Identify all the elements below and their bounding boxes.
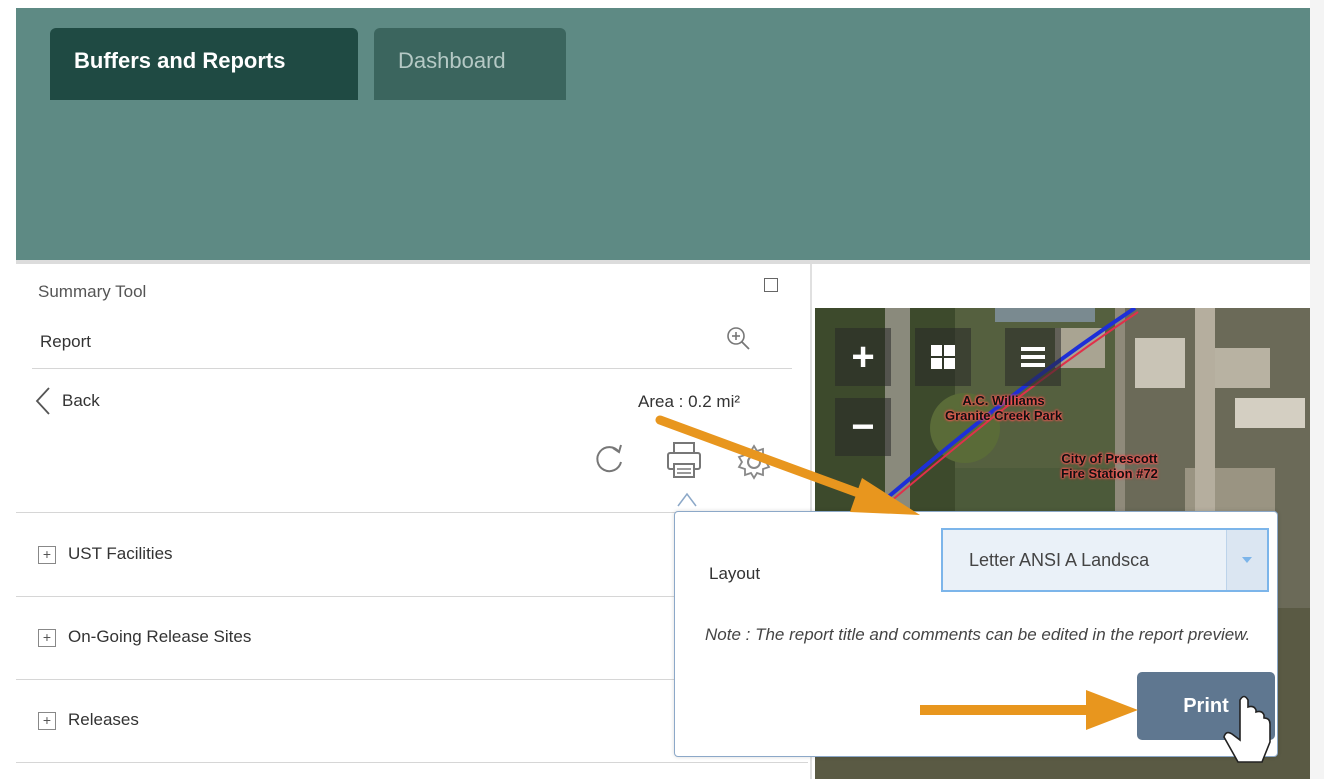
maximize-icon[interactable] (764, 278, 778, 292)
report-label: Report (40, 332, 92, 351)
chevron-left-icon (35, 387, 50, 415)
map-label-fire-station: City of Prescott Fire Station #72 (1061, 451, 1158, 481)
layout-label: Layout (709, 564, 761, 583)
map-label-park: A.C. Williams Granite Creek Park (945, 393, 1063, 423)
gear-icon[interactable] (734, 442, 774, 482)
expand-plus-icon[interactable]: + (38, 546, 56, 564)
divider (32, 368, 792, 369)
list-item-label: UST Facilities (68, 544, 173, 563)
expand-plus-icon[interactable]: + (38, 712, 56, 730)
printer-icon[interactable] (664, 440, 704, 480)
list-item-label: Releases (68, 710, 139, 729)
tab-buffers-and-reports[interactable]: Buffers and Reports (50, 28, 358, 100)
layout-select-value: Letter ANSI A Landsca (969, 549, 1150, 570)
panel-title: Summary Tool (38, 282, 147, 301)
print-button[interactable]: Print (1137, 672, 1275, 740)
back-button[interactable]: Back (34, 386, 100, 416)
back-label: Back (62, 391, 100, 410)
print-popup: Layout Letter ANSI A Landsca Note : The … (674, 511, 1278, 757)
refresh-icon[interactable] (592, 442, 626, 476)
zoom-in-button[interactable]: + (835, 328, 891, 386)
basemap-gallery-button[interactable] (915, 328, 971, 386)
expand-plus-icon[interactable]: + (38, 629, 56, 647)
area-readout: Area : 0.2 mi² (638, 392, 741, 411)
list-icon (1021, 347, 1045, 367)
tab-label: Dashboard (398, 48, 506, 73)
zoom-in-icon[interactable] (724, 324, 752, 352)
print-note: Note : The report title and comments can… (705, 625, 1251, 644)
chevron-down-icon[interactable] (1226, 530, 1267, 590)
list-item-label: On-Going Release Sites (68, 627, 252, 646)
popup-pointer-icon (677, 492, 697, 507)
grid-icon (931, 345, 955, 369)
layout-select[interactable]: Letter ANSI A Landsca (941, 528, 1269, 592)
app-header: Buffers and Reports Dashboard (16, 8, 1310, 260)
print-button-label: Print (1183, 694, 1229, 717)
page-background-edge (1310, 0, 1324, 779)
zoom-out-button[interactable]: − (835, 398, 891, 456)
tab-label: Buffers and Reports (74, 48, 286, 73)
layer-list-button[interactable] (1005, 328, 1061, 386)
tab-dashboard[interactable]: Dashboard (374, 28, 566, 100)
